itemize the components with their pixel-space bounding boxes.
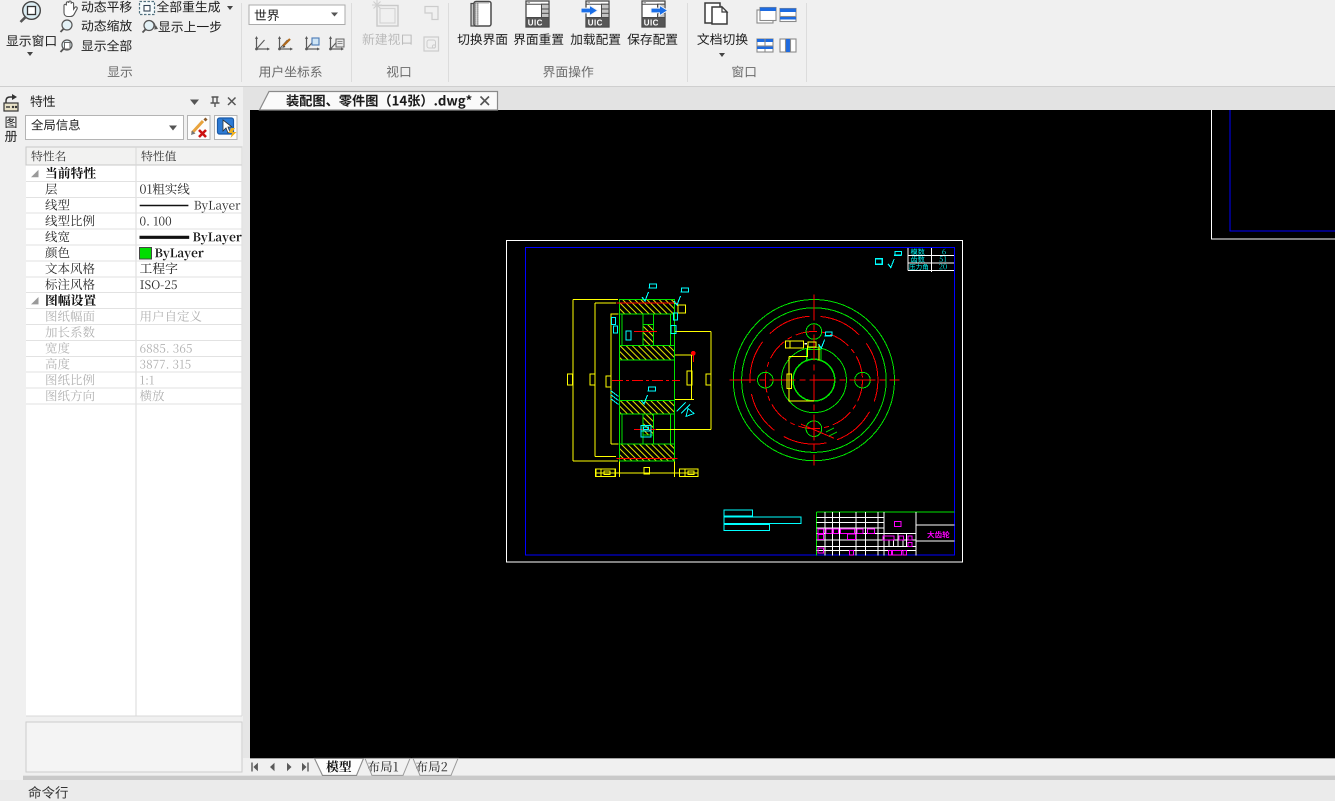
svg-text:UIC: UIC xyxy=(588,19,603,28)
svg-text:UIC: UIC xyxy=(644,19,659,28)
svg-text:UIC: UIC xyxy=(528,19,543,28)
